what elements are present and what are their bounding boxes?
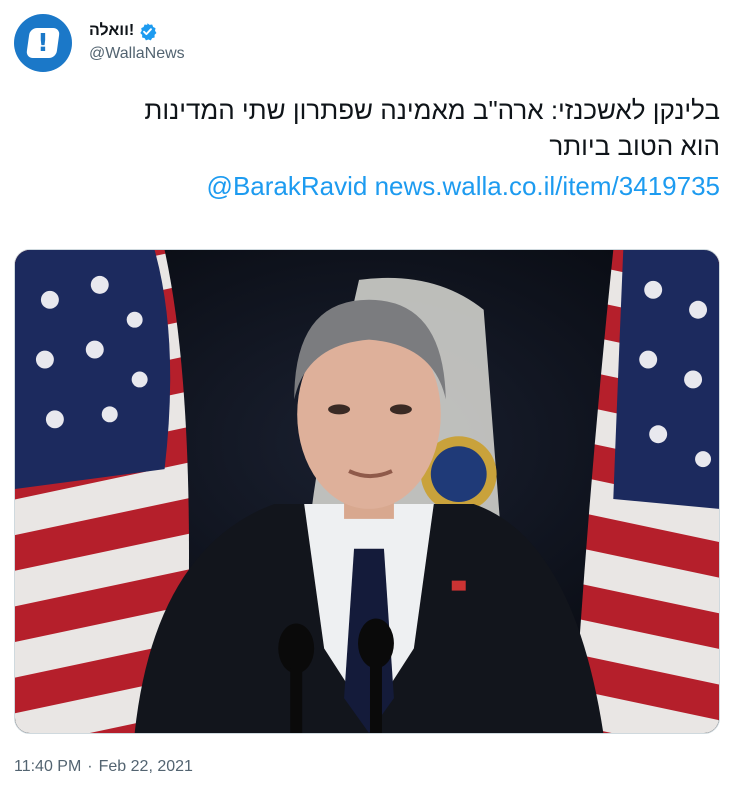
tweet-photo[interactable] — [14, 249, 720, 734]
account-avatar[interactable]: ! — [14, 14, 72, 72]
tweet-links: @BarakRavid news.walla.co.il/item/341973… — [14, 168, 720, 204]
tweet-text-line-2: הוא הטוב ביותר — [549, 131, 720, 161]
name-row: וואלה! — [89, 20, 157, 42]
tweet-header: ! וואלה! @WallaNews — [14, 14, 726, 74]
tweet-text: בלינקן לאשכנזי: ארה"ב מאמינה שפתרון שתי … — [14, 92, 720, 164]
account-display-name[interactable]: וואלה! — [89, 22, 134, 40]
avatar-logo: ! — [37, 28, 49, 57]
verified-badge-icon — [140, 22, 157, 40]
tweet-text-line-1: בלינקן לאשכנזי: ארה"ב מאמינה שפתרון שתי … — [144, 95, 720, 125]
account-handle[interactable]: @WallaNews — [89, 45, 185, 63]
tweet-timestamp[interactable]: 11:40 PM · Feb 22, 2021 — [14, 758, 193, 776]
timestamp-separator: · — [87, 758, 93, 775]
timestamp-date: Feb 22, 2021 — [98, 758, 193, 775]
mention-link[interactable]: @BarakRavid — [207, 171, 368, 201]
article-link[interactable]: news.walla.co.il/item/3419735 — [375, 171, 720, 201]
press-conference-photo — [15, 250, 719, 733]
timestamp-time: 11:40 PM — [14, 758, 82, 775]
